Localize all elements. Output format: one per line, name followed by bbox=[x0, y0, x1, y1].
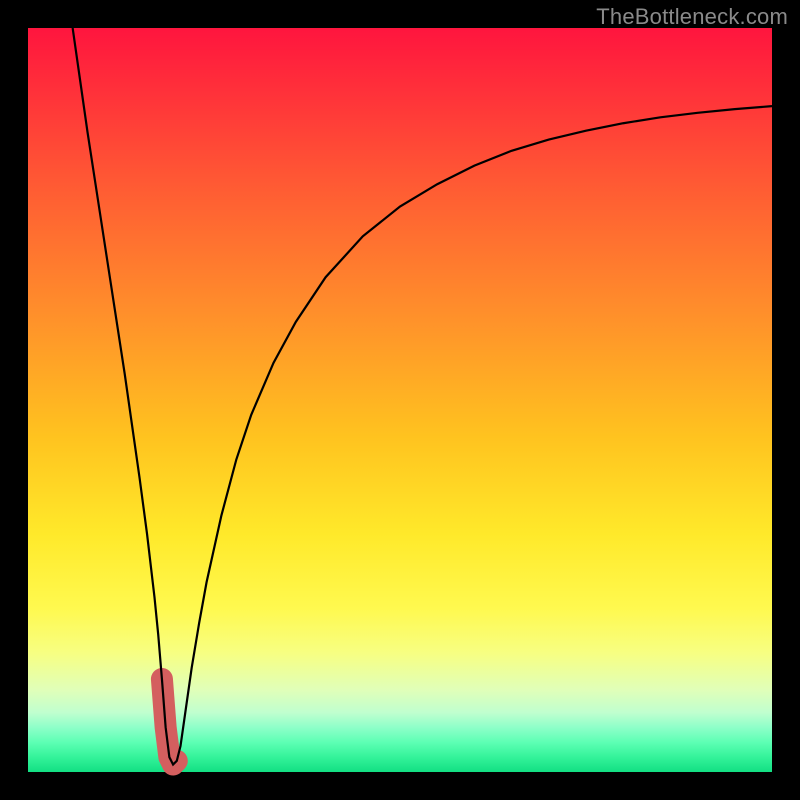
plot-area bbox=[28, 28, 772, 772]
watermark-text: TheBottleneck.com bbox=[596, 4, 788, 30]
chart-svg bbox=[28, 28, 772, 772]
bottleneck-curve bbox=[73, 28, 772, 765]
chart-frame: TheBottleneck.com bbox=[0, 0, 800, 800]
